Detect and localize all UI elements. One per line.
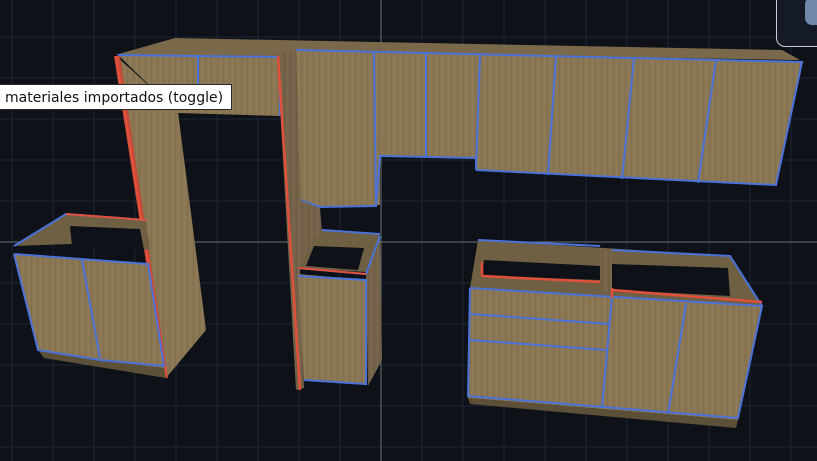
base-left-front: [14, 254, 164, 368]
base-cabinet-right[interactable]: [466, 239, 764, 428]
upper-cabinet-run[interactable]: [115, 38, 804, 209]
kitchen-3d-scene[interactable]: [0, 0, 817, 461]
3d-viewport[interactable]: materiales importados (toggle): [0, 0, 817, 461]
base-cabinet-middle[interactable]: [297, 229, 382, 386]
materials-toggle-tooltip: materiales importados (toggle): [0, 84, 233, 110]
base-mid-cavity: [306, 246, 364, 270]
base-cabinet-left[interactable]: [13, 212, 166, 378]
base-mid-front: [298, 274, 366, 384]
corner-toolbar-panel: [776, 0, 817, 47]
base-left-cavity: [70, 226, 144, 250]
panel-toggle-icon[interactable]: [805, 0, 817, 25]
